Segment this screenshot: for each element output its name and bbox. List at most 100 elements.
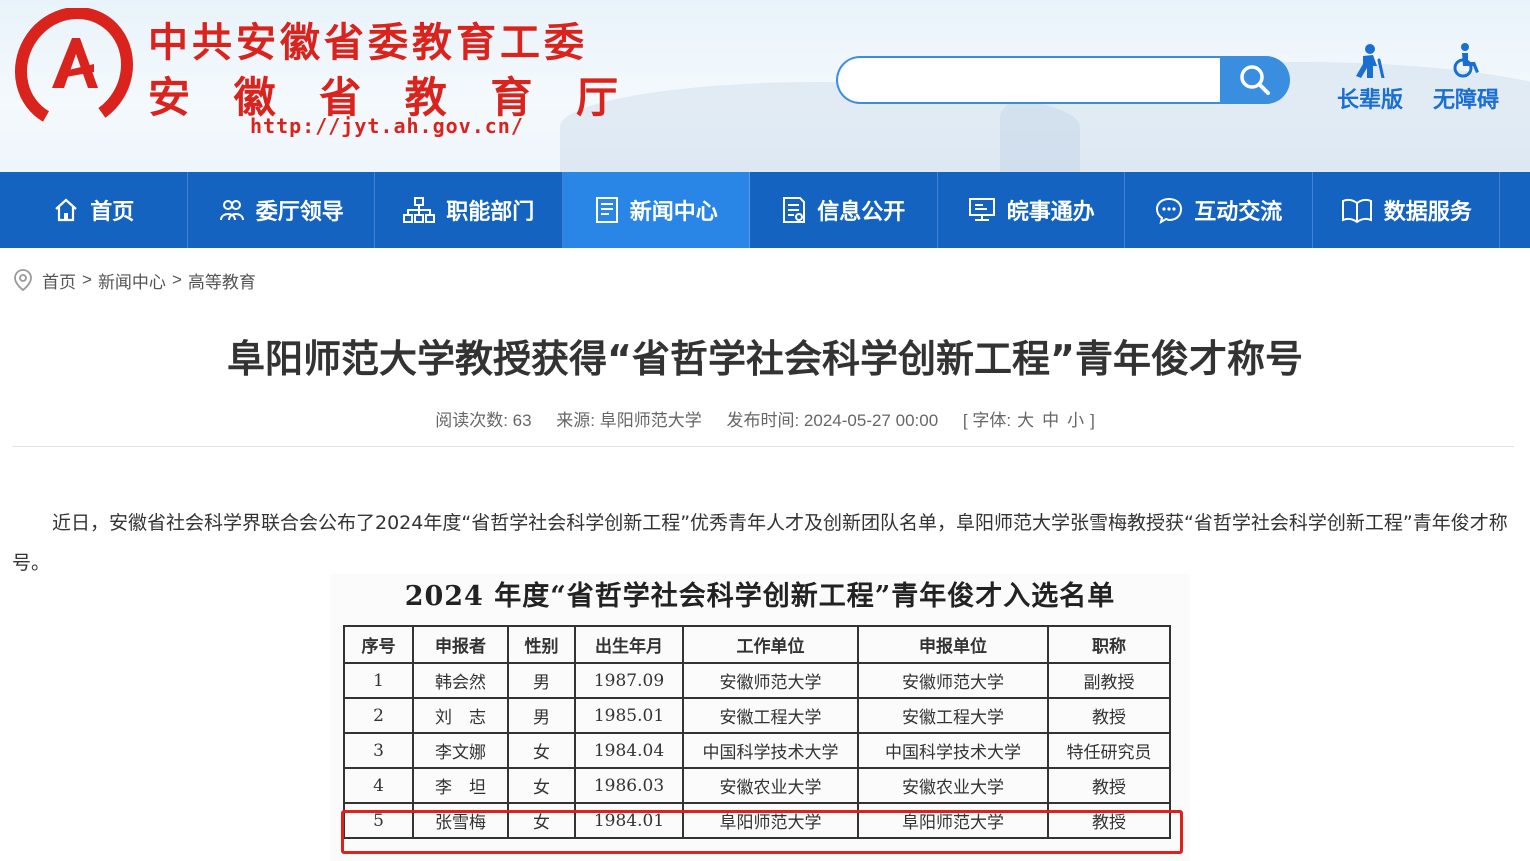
nav-item-label: 信息公开: [817, 200, 906, 225]
nav-item-services[interactable]: 皖事通办: [938, 172, 1125, 248]
table-cell: 中国科学技术大学: [682, 732, 859, 769]
table-cell: 男: [507, 697, 576, 734]
home-icon: [55, 198, 77, 222]
table-header: 职称: [1047, 625, 1171, 664]
elderly-person-icon: [1356, 44, 1385, 78]
figure-title: 2024 年度“省哲学社会科学创新工程”青年俊才入选名单: [404, 581, 1116, 612]
table-cell: 中国科学技术大学: [857, 732, 1049, 769]
table-row: 1 韩会然 男 1987.09 安徽师范大学 安徽师范大学 副教授: [343, 662, 1171, 699]
table-header: 申报单位: [857, 625, 1049, 664]
font-size-small-button[interactable]: 小: [1067, 411, 1084, 430]
main-nav: 首页 委厅领导 职能部门 新闻中心 信息公开 皖事通办 互动交流 数据服务: [0, 172, 1530, 248]
article-meta: 阅读次数: 63 来源: 阜阳师范大学 发布时间: 2024-05-27 00:…: [0, 406, 1530, 431]
document-icon: [783, 197, 806, 223]
talent-list-table: 序号 申报者 性别 出生年月 工作单位 申报单位 职称 1 韩会然 男 1987…: [343, 625, 1171, 839]
site-title-char: 厅: [575, 73, 618, 122]
elderly-mode-label: 长辈版: [1336, 88, 1403, 113]
breadcrumb: 首页 > 新闻中心 > 高等教育: [12, 266, 256, 294]
nav-item-departments[interactable]: 职能部门: [375, 172, 563, 248]
nav-item-home[interactable]: 首页: [0, 172, 188, 248]
table-row: 2 刘 志 男 1985.01 安徽工程大学 安徽工程大学 教授: [343, 697, 1171, 734]
table-cell: 男: [507, 662, 576, 699]
table-cell: 特任研究员: [1047, 732, 1171, 769]
publish-time: 发布时间: 2024-05-27 00:00: [726, 411, 939, 430]
table-cell: 副教授: [1047, 662, 1171, 699]
font-size-bracket: ]: [1090, 411, 1095, 430]
breadcrumb-home-link[interactable]: 首页: [42, 268, 76, 293]
book-icon: [1341, 198, 1372, 224]
table-cell: 3: [343, 732, 414, 769]
table-cell: 4: [343, 767, 414, 804]
article-source: 来源: 阜阳师范大学: [556, 411, 702, 430]
breadcrumb-news-link[interactable]: 新闻中心: [98, 268, 166, 293]
table-cell: 李 坦: [412, 767, 509, 804]
font-size-medium-button[interactable]: 中: [1042, 411, 1059, 430]
site-title-line1: 中共安徽省委教育工委: [148, 19, 588, 66]
table-cell: 安徽师范大学: [682, 662, 859, 699]
table-cell: 1987.09: [574, 662, 684, 699]
table-header: 申报者: [412, 625, 509, 664]
table-cell: 2: [343, 697, 414, 734]
article-image: 2024 年度“省哲学社会科学创新工程”青年俊才入选名单 序号 申报者 性别 出…: [330, 574, 1190, 861]
site-url: http://jyt.ah.gov.cn/: [250, 114, 524, 138]
accessibility-label: 无障碍: [1432, 88, 1499, 113]
nav-item-label: 新闻中心: [629, 200, 718, 225]
accessibility-button[interactable]: 无障碍: [1426, 42, 1506, 114]
nav-item-interaction[interactable]: 互动交流: [1125, 172, 1313, 248]
table-cell: 女: [507, 767, 576, 804]
table-header: 出生年月: [574, 625, 684, 664]
nav-item-label: 互动交流: [1194, 200, 1283, 225]
nav-item-label: 数据服务: [1383, 200, 1472, 225]
table-header: 工作单位: [682, 625, 859, 664]
table-header-row: 序号 申报者 性别 出生年月 工作单位 申报单位 职称: [343, 625, 1171, 664]
table-cell: 安徽师范大学: [857, 662, 1049, 699]
breadcrumb-separator: >: [171, 270, 182, 289]
nav-item-label: 委厅领导: [255, 200, 344, 225]
table-cell: 安徽农业大学: [682, 767, 859, 804]
table-cell: 1984.04: [574, 732, 684, 769]
elderly-mode-button[interactable]: 长辈版: [1330, 42, 1410, 114]
table-cell: 1: [343, 662, 414, 699]
nav-item-news[interactable]: 新闻中心: [562, 172, 750, 248]
table-row: 3 李文娜 女 1984.04 中国科学技术大学 中国科学技术大学 特任研究员: [343, 732, 1171, 769]
table-row: 4 李 坦 女 1986.03 安徽农业大学 安徽农业大学 教授: [343, 767, 1171, 804]
monitor-icon: [968, 198, 995, 221]
table-cell: 1985.01: [574, 697, 684, 734]
leaders-icon: [219, 200, 244, 221]
font-size-label: [ 字体:: [962, 411, 1012, 430]
table-cell: 安徽工程大学: [682, 697, 859, 734]
search-button[interactable]: [1220, 56, 1290, 104]
table-cell: 教授: [1047, 767, 1171, 804]
table-header: 序号: [343, 625, 414, 664]
nav-item-info-disclosure[interactable]: 信息公开: [750, 172, 938, 248]
table-cell: 女: [507, 732, 576, 769]
nav-item-label: 皖事通办: [1006, 200, 1095, 225]
table-cell: 李文娜: [412, 732, 509, 769]
table-cell: 1986.03: [574, 767, 684, 804]
nav-item-leaders[interactable]: 委厅领导: [188, 172, 375, 248]
breadcrumb-higher-education-link[interactable]: 高等教育: [188, 268, 256, 293]
view-count: 阅读次数: 63: [435, 411, 532, 430]
site-header: 中共安徽省委教育工委 安 徽 省 教 育 厅 http://jyt.ah.gov…: [0, 0, 1530, 172]
wheelchair-icon: [1453, 43, 1479, 78]
highlight-box: [341, 810, 1183, 854]
news-icon: [595, 197, 618, 223]
table-cell: 安徽农业大学: [857, 767, 1049, 804]
nav-item-data-services[interactable]: 数据服务: [1313, 172, 1500, 248]
nav-item-label: 职能部门: [446, 200, 535, 225]
search-box: [836, 56, 1290, 104]
site-title-char: 安: [148, 73, 191, 122]
site-logo-icon[interactable]: [14, 8, 134, 123]
table-cell: 刘 志: [412, 697, 509, 734]
table-cell: 韩会然: [412, 662, 509, 699]
article-paragraph: 近日，安徽省社会科学界联合会公布了2024年度“省哲学社会科学创新工程”优秀青年…: [12, 512, 1508, 574]
font-size-large-button[interactable]: 大: [1017, 411, 1034, 430]
meta-divider: [12, 446, 1514, 447]
search-input[interactable]: [836, 56, 1220, 104]
table-cell: 安徽工程大学: [857, 697, 1049, 734]
table-header: 性别: [507, 625, 576, 664]
nav-item-label: 首页: [90, 200, 135, 225]
chat-icon: [1156, 197, 1183, 224]
search-icon: [1240, 65, 1270, 95]
table-cell: 教授: [1047, 697, 1171, 734]
